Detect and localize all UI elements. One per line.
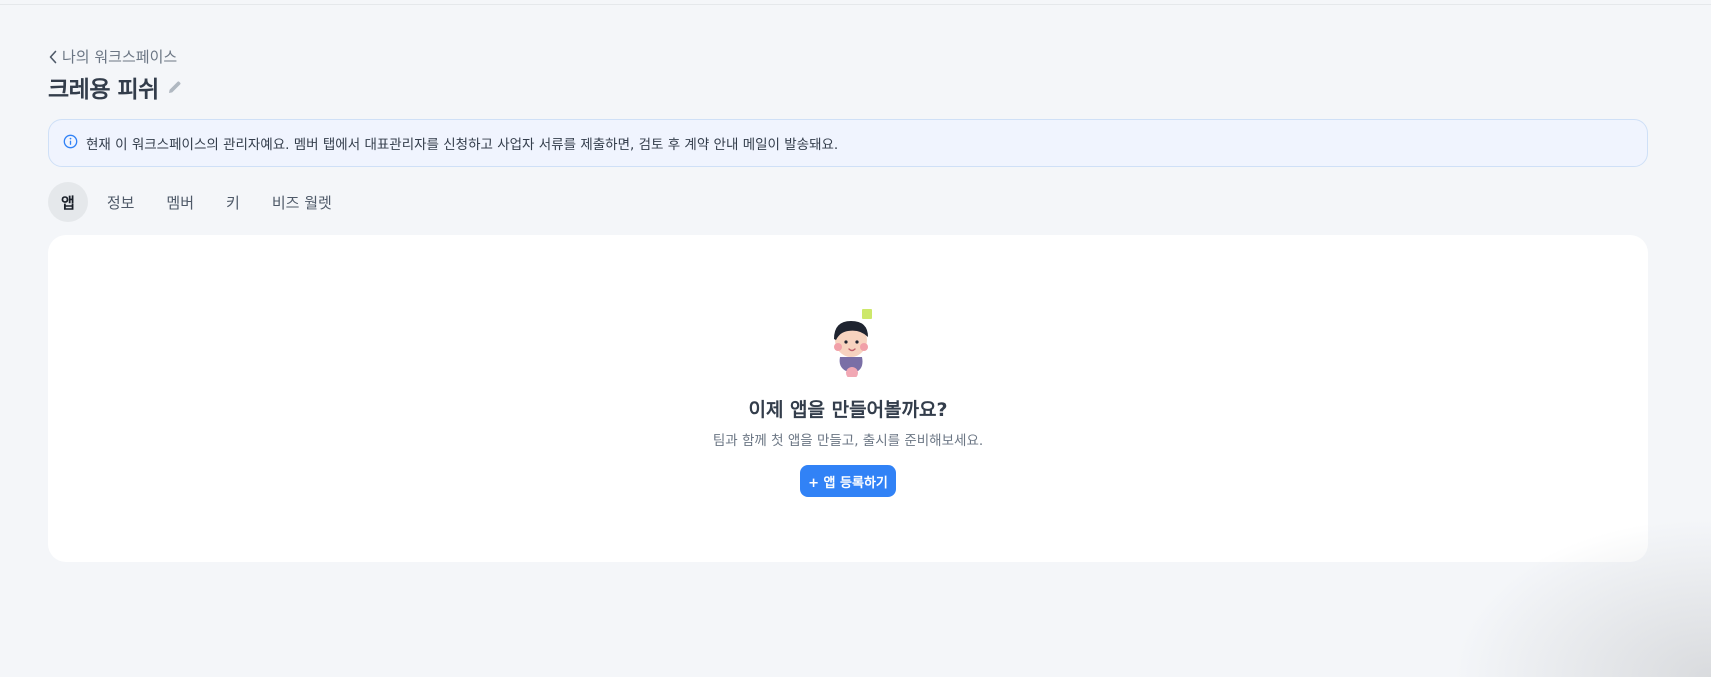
register-app-button[interactable]: + 앱 등록하기 <box>800 465 896 497</box>
tab-label: 키 <box>226 193 240 212</box>
tab-info[interactable]: 정보 <box>94 182 148 222</box>
tab-apps[interactable]: 앱 <box>48 182 88 222</box>
pencil-icon[interactable] <box>167 79 183 95</box>
tab-label: 정보 <box>106 193 135 212</box>
top-divider <box>0 4 1711 5</box>
tab-label: 멤버 <box>166 193 195 212</box>
breadcrumb-label: 나의 워크스페이스 <box>62 48 178 66</box>
chevron-left-icon <box>48 50 58 64</box>
notice-text: 현재 이 워크스페이스의 관리자예요. 멤버 탭에서 대표관리자를 신청하고 사… <box>86 137 839 153</box>
tab-label: 비즈 월렛 <box>271 193 332 212</box>
info-icon <box>63 134 78 153</box>
empty-state-description: 팀과 함께 첫 앱을 만들고, 출시를 준비해보세요. <box>712 433 984 449</box>
admin-notice-banner: 현재 이 워크스페이스의 관리자예요. 멤버 탭에서 대표관리자를 신청하고 사… <box>48 119 1648 167</box>
workspace-tabs: 앱 정보 멤버 키 비즈 월렛 <box>48 182 351 222</box>
page-title: 크레용 피쉬 <box>48 77 159 103</box>
breadcrumb-back-link[interactable]: 나의 워크스페이스 <box>48 46 177 67</box>
empty-state-card: 이제 앱을 만들어볼까요? 팀과 함께 첫 앱을 만들고, 출시를 준비해보세요… <box>48 235 1648 562</box>
tab-members[interactable]: 멤버 <box>153 182 207 222</box>
empty-state-title: 이제 앱을 만들어볼까요? <box>748 399 948 421</box>
tab-keys[interactable]: 키 <box>213 182 253 222</box>
tab-biz-wallet[interactable]: 비즈 월렛 <box>259 182 345 222</box>
corner-shadow <box>1451 517 1711 677</box>
title-row: 크레용 피쉬 <box>48 70 183 104</box>
character-illustration <box>826 307 878 379</box>
tab-label: 앱 <box>61 193 75 212</box>
